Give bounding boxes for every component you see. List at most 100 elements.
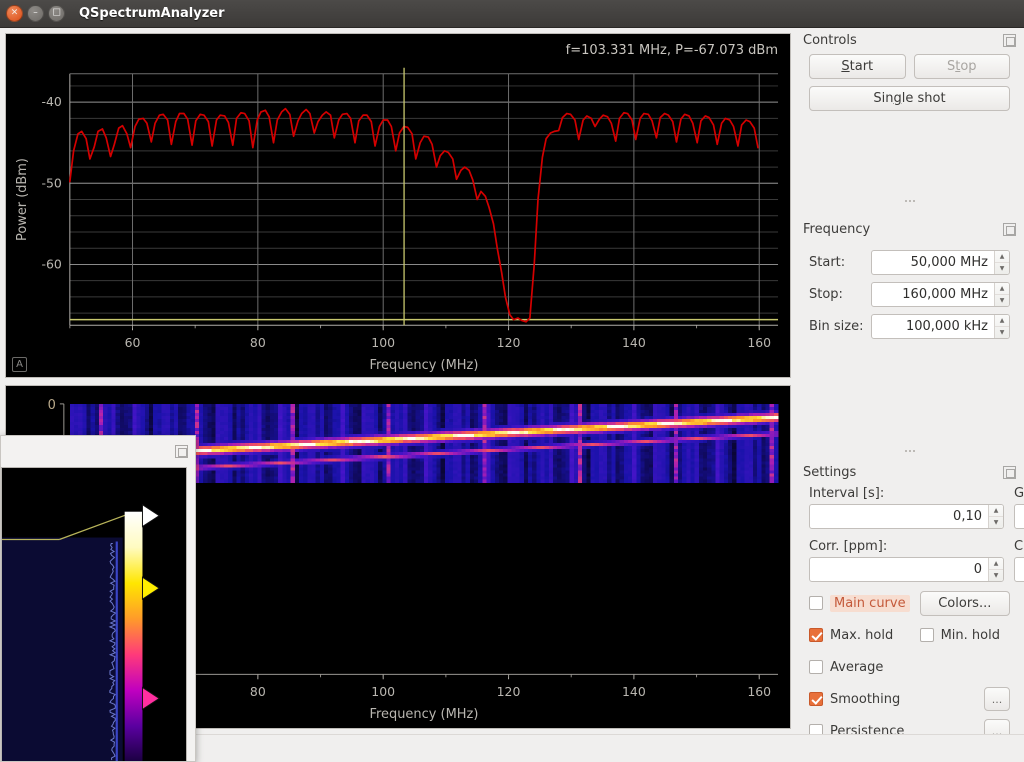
gain-spinbox[interactable]: ▲▼ (1014, 504, 1024, 529)
window-title: QSpectrumAnalyzer (79, 6, 225, 21)
corr-arrows[interactable]: ▲ ▼ (988, 558, 1003, 581)
bin-size-label: Bin size: (809, 319, 864, 334)
spin-up-icon[interactable]: ▲ (995, 251, 1009, 263)
app-window: × – □ QSpectrumAnalyzer -40 -50 -60 60 80 100… (0, 0, 1024, 762)
spin-down-icon[interactable]: ▼ (995, 295, 1009, 306)
controls-body: Start St op Sin g le shot (795, 52, 1024, 111)
close-icon: × (10, 7, 19, 18)
colors-button[interactable]: Colors... (919, 590, 1010, 616)
main-curve-row[interactable]: Main curve (809, 590, 910, 616)
start-freq-spinbox[interactable]: ▲▼ (871, 250, 1010, 275)
stop-freq-label: Stop: (809, 287, 843, 302)
settings-title-label: Settings (803, 464, 857, 480)
max-hold-label: Max. hold (830, 627, 894, 643)
spin-down-icon[interactable]: ▼ (995, 327, 1009, 338)
svg-text:-60: -60 (41, 256, 61, 271)
gain-field: Gain [dB]: ▲▼ (1014, 486, 1024, 529)
title-bar: × – □ QSpectrumAnalyzer (0, 0, 1024, 28)
spin-down-icon[interactable]: ▼ (989, 517, 1003, 528)
settings-checkbox-grid: Main curve Colors... Max. hold Min. hold… (809, 590, 1010, 744)
colormap-canvas[interactable] (2, 468, 186, 762)
plot-splitter[interactable] (5, 378, 791, 385)
settings-dock: Settings Interval [s]: ▲▼ Gain [dB]: (795, 460, 1024, 744)
max-hold-checkbox[interactable] (809, 628, 823, 642)
average-checkbox[interactable] (809, 660, 823, 674)
svg-text:Frequency (MHz): Frequency (MHz) (369, 707, 478, 722)
main-curve-label: Main curve (830, 594, 910, 612)
main-curve-checkbox[interactable] (809, 596, 823, 610)
minimize-icon: – (33, 7, 38, 18)
spin-up-icon[interactable]: ▲ (995, 315, 1009, 327)
bin-size-input[interactable] (872, 315, 994, 338)
crop-spinbox[interactable]: ▲▼ (1014, 557, 1024, 582)
svg-text:120: 120 (497, 335, 521, 350)
min-hold-checkbox[interactable] (919, 628, 934, 642)
average-row[interactable]: Average (809, 654, 910, 680)
gain-label: Gain [dB]: (1014, 486, 1024, 501)
interval-field: Interval [s]: ▲▼ (809, 486, 1004, 529)
interval-arrows[interactable]: ▲ ▼ (988, 505, 1003, 528)
settings-numeric-grid: Interval [s]: ▲▼ Gain [dB]: ▲▼ (809, 486, 1024, 582)
bin-size-spinbox[interactable]: ▲▼ (871, 314, 1010, 339)
colormap-gradient-area[interactable] (1, 467, 187, 762)
spin-up-icon[interactable]: ▲ (995, 283, 1009, 295)
svg-text:60: 60 (125, 335, 141, 350)
float-icon[interactable] (1003, 465, 1016, 479)
maximize-button[interactable]: □ (48, 5, 65, 22)
frequency-dock: Frequency Start: ▲▼ Stop: ▲▼ (795, 217, 1024, 339)
spin-down-icon[interactable]: ▼ (995, 263, 1009, 274)
dock-splitter-1[interactable] (795, 196, 1024, 206)
stop-freq-input[interactable] (872, 283, 994, 306)
min-hold-row[interactable]: Min. hold (919, 622, 1010, 648)
stop-button[interactable]: St op (913, 54, 1010, 79)
interval-spinbox[interactable]: ▲▼ (809, 504, 1004, 529)
settings-body: Interval [s]: ▲▼ Gain [dB]: ▲▼ (795, 484, 1024, 744)
dock-splitter-2[interactable] (795, 446, 1024, 456)
svg-text:160: 160 (747, 684, 771, 699)
max-hold-row[interactable]: Max. hold (809, 622, 910, 648)
colormap-editor-window[interactable] (0, 435, 196, 762)
single-shot-button[interactable]: Sin g le shot (809, 86, 1010, 111)
spin-up-icon[interactable]: ▲ (989, 558, 1003, 570)
start-button[interactable]: Start (809, 54, 906, 79)
float-icon[interactable] (1003, 33, 1016, 47)
spectrum-canvas[interactable]: -40 -50 -60 60 80 100 120 140 160 Frequency (MHz)… (6, 34, 790, 377)
auto-scale-button[interactable]: A (12, 357, 27, 372)
smoothing-checkbox[interactable] (809, 692, 823, 706)
svg-text:100: 100 (371, 335, 395, 350)
interval-input[interactable] (810, 505, 988, 528)
start-freq-row: Start: ▲▼ (809, 250, 1010, 275)
frequency-title-label: Frequency (803, 221, 871, 237)
spin-down-icon[interactable]: ▼ (989, 570, 1003, 581)
close-button[interactable]: × (6, 5, 23, 22)
start-freq-input[interactable] (872, 251, 994, 274)
bin-size-row: Bin size: ▲▼ (809, 314, 1010, 339)
start-freq-arrows[interactable]: ▲ ▼ (994, 251, 1009, 274)
svg-text:Frequency (MHz): Frequency (MHz) (369, 358, 478, 373)
minimize-button[interactable]: – (27, 5, 44, 22)
smoothing-row[interactable]: Smoothing (809, 686, 910, 712)
stop-freq-spinbox[interactable]: ▲▼ (871, 282, 1010, 307)
svg-text:140: 140 (622, 684, 646, 699)
corr-spinbox[interactable]: ▲▼ (809, 557, 1004, 582)
svg-text:80: 80 (250, 684, 266, 699)
frequency-dock-title: Frequency (795, 217, 1024, 241)
svg-text:80: 80 (250, 335, 266, 350)
stop-button-label: op (960, 59, 977, 74)
svg-text:160: 160 (747, 335, 771, 350)
stop-freq-arrows[interactable]: ▲ ▼ (994, 283, 1009, 306)
float-icon[interactable] (1003, 222, 1016, 236)
average-label: Average (830, 659, 884, 675)
float-icon[interactable] (175, 445, 188, 458)
spectrum-plot[interactable]: -40 -50 -60 60 80 100 120 140 160 Frequency (MHz)… (5, 33, 791, 378)
window-buttons: × – □ (6, 5, 65, 22)
spin-up-icon[interactable]: ▲ (989, 505, 1003, 517)
controls-dock: Controls Start St op Sin g le shot (795, 28, 1024, 111)
svg-text:0: 0 (48, 398, 56, 413)
gain-input[interactable] (1015, 505, 1024, 528)
smoothing-options-button[interactable]: ... (984, 687, 1010, 711)
crop-input[interactable] (1015, 558, 1024, 581)
smoothing-label: Smoothing (830, 691, 901, 707)
bin-size-arrows[interactable]: ▲ ▼ (994, 315, 1009, 338)
corr-input[interactable] (810, 558, 988, 581)
